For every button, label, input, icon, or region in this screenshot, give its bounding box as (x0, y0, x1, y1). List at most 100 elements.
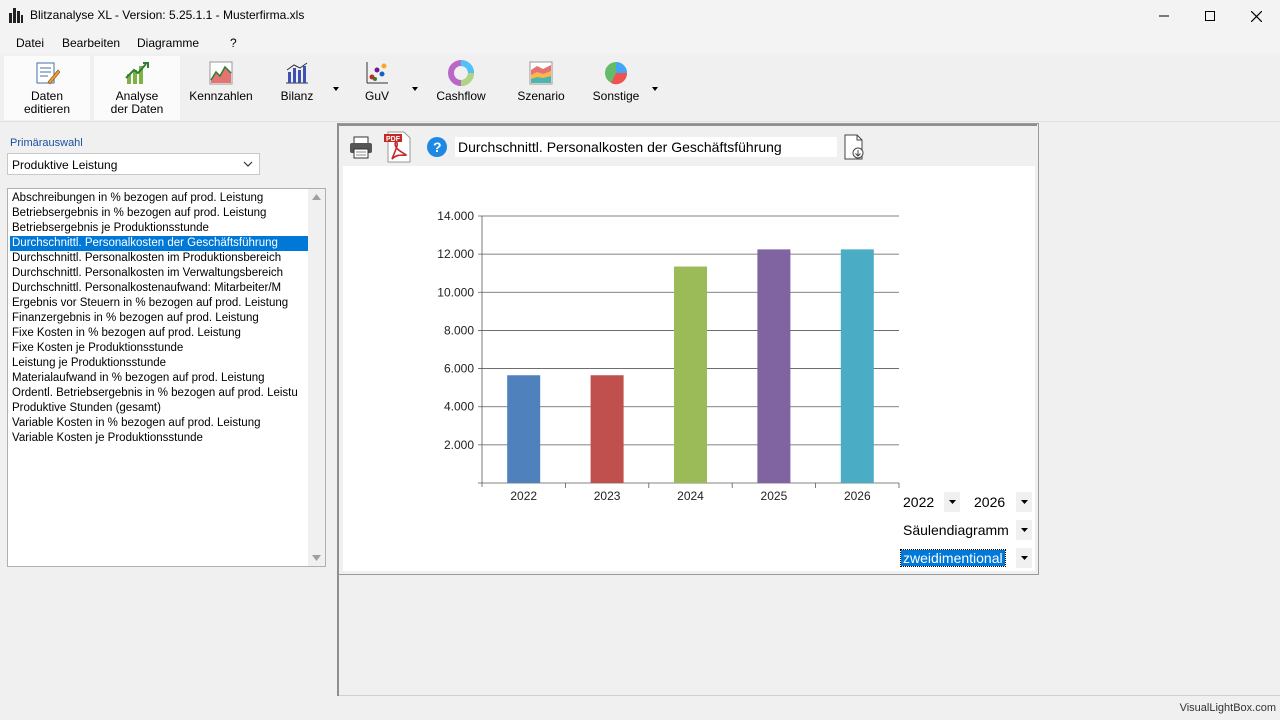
menu-datei[interactable]: Datei (16, 36, 44, 50)
cashflow-label: Cashflow (436, 89, 486, 103)
chart-title: Durchschnittl. Personalkosten der Geschä… (455, 137, 837, 157)
print-icon[interactable] (348, 134, 374, 160)
caret-down-icon (1020, 500, 1028, 504)
list-item[interactable]: Ordentl. Betriebsergebnis in % bezogen a… (10, 386, 308, 401)
primary-selection-label: Primärauswahl (10, 137, 83, 149)
menu-bar: Datei Bearbeiten Diagramme ? (0, 32, 1280, 54)
menu-help[interactable]: ? (230, 36, 237, 50)
sonstige-pie-icon (605, 62, 628, 85)
edit-data-icon (36, 62, 60, 85)
guv-scatter-icon (366, 62, 388, 84)
dimension-select[interactable]: zweidimentional (900, 548, 1015, 568)
svg-text:?: ? (433, 139, 442, 155)
x-tick-label: 2022 (510, 489, 537, 503)
app-icon (9, 8, 23, 23)
maximize-button[interactable] (1187, 0, 1233, 32)
sonstige-dropdown-icon[interactable] (651, 86, 659, 92)
bar-2026 (840, 249, 874, 483)
cashflow-button[interactable]: Cashflow (430, 56, 492, 120)
caret-down-icon (1020, 528, 1028, 532)
caret-down-icon (1020, 556, 1028, 560)
primary-selection-dropdown[interactable]: Produktive Leistung (7, 153, 260, 175)
close-icon (1250, 10, 1262, 22)
year-from-select[interactable]: 2022 (901, 492, 945, 512)
list-item[interactable]: Ergebnis vor Steuern in % bezogen auf pr… (10, 296, 308, 311)
sonstige-button[interactable]: Sonstige (588, 56, 644, 120)
listbox-scrollbar[interactable] (308, 189, 325, 566)
y-tick-label: 14.000 (437, 209, 474, 223)
primary-selection-value: Produktive Leistung (12, 158, 118, 172)
bilanz-dropdown-icon[interactable] (332, 86, 340, 92)
guv-button[interactable]: GuV (352, 56, 402, 120)
caret-down-icon (948, 500, 956, 504)
minimize-button[interactable] (1141, 0, 1187, 32)
daten-editieren-label: Daten editieren (23, 89, 71, 116)
chevron-down-icon (243, 161, 253, 167)
y-tick-label: 4.000 (444, 400, 474, 414)
export-download-icon[interactable] (842, 134, 866, 160)
status-divider (339, 695, 1280, 696)
title-bar: Blitzanalyse XL - Version: 5.25.1.1 - Mu… (0, 0, 1280, 32)
svg-text:PDF: PDF (386, 136, 401, 143)
list-item[interactable]: Fixe Kosten je Produktionsstunde (10, 341, 308, 356)
chart-frame-top-border (339, 124, 1037, 126)
szenario-button[interactable]: Szenario (512, 56, 570, 120)
close-button[interactable] (1233, 0, 1279, 32)
list-item[interactable]: Betriebsergebnis je Produktionsstunde (10, 221, 308, 236)
analyse-der-daten-label: Analyse der Daten (110, 89, 164, 116)
list-item[interactable]: Durchschnittl. Personalkosten im Produkt… (10, 251, 308, 266)
szenario-area-icon (529, 61, 553, 85)
bar-2024 (674, 266, 707, 483)
bilanz-button[interactable]: Bilanz (268, 56, 326, 120)
list-item[interactable]: Fixe Kosten in % bezogen auf prod. Leist… (10, 326, 308, 341)
list-item[interactable]: Durchschnittl. Personalkostenaufwand: Mi… (10, 281, 308, 296)
list-item[interactable]: Durchschnittl. Personalkosten im Verwalt… (10, 266, 308, 281)
list-item[interactable]: Finanzergebnis in % bezogen auf prod. Le… (10, 311, 308, 326)
chart-type-dropdown[interactable] (1016, 520, 1032, 540)
kennzahlen-list: Abschreibungen in % bezogen auf prod. Le… (10, 191, 308, 446)
list-item[interactable]: Betriebsergebnis in % bezogen auf prod. … (10, 206, 308, 221)
list-item[interactable]: Durchschnittl. Personalkosten der Geschä… (10, 236, 308, 251)
pdf-icon[interactable]: PDF (382, 131, 414, 163)
y-tick-label: 10.000 (437, 285, 474, 299)
bar-2023 (590, 375, 624, 483)
x-tick-label: 2026 (844, 489, 871, 503)
list-item[interactable]: Produktive Stunden (gesamt) (10, 401, 308, 416)
year-to-dropdown[interactable] (1016, 492, 1032, 512)
list-item[interactable]: Variable Kosten je Produktionsstunde (10, 431, 308, 446)
list-item[interactable]: Leistung je Produktionsstunde (10, 356, 308, 371)
help-icon[interactable]: ? (426, 136, 448, 158)
chart-type-select[interactable]: Säulendiagramm (901, 520, 1015, 540)
analyse-der-daten-button[interactable]: Analyse der Daten (94, 56, 180, 120)
y-tick-label: 2.000 (444, 438, 474, 452)
y-tick-label: 6.000 (444, 362, 474, 376)
list-item[interactable]: Materialaufwand in % bezogen auf prod. L… (10, 371, 308, 386)
menu-bearbeiten[interactable]: Bearbeiten (62, 36, 120, 50)
guv-label: GuV (364, 89, 389, 103)
window-title: Blitzanalyse XL - Version: 5.25.1.1 - Mu… (30, 8, 305, 22)
chart-type-value: Säulendiagramm (903, 522, 1009, 538)
dimension-dropdown[interactable] (1016, 548, 1032, 568)
year-to-select[interactable]: 2026 (972, 492, 1016, 512)
status-watermark: VisualLightBox.com (1179, 702, 1276, 714)
maximize-icon (1205, 11, 1215, 21)
kennzahlen-button[interactable]: Kennzahlen (184, 56, 258, 120)
guv-dropdown-icon[interactable] (411, 86, 419, 92)
toolbar: Daten editieren Analyse der Daten Kennza… (0, 54, 1280, 122)
y-tick-label: 8.000 (444, 323, 474, 337)
kennzahlen-chart-icon (209, 61, 233, 85)
analysis-icon (125, 62, 149, 84)
bilanz-label: Bilanz (280, 89, 314, 103)
minimize-icon (1159, 15, 1169, 17)
daten-editieren-button[interactable]: Daten editieren (4, 56, 90, 120)
menu-diagramme[interactable]: Diagramme (137, 36, 199, 50)
list-item[interactable]: Abschreibungen in % bezogen auf prod. Le… (10, 191, 308, 206)
x-tick-label: 2024 (677, 489, 704, 503)
bilanz-chart-icon (286, 62, 308, 84)
scroll-up-icon[interactable] (312, 194, 321, 200)
x-tick-label: 2025 (761, 489, 788, 503)
list-item[interactable]: Variable Kosten in % bezogen auf prod. L… (10, 416, 308, 431)
year-from-dropdown[interactable] (944, 492, 960, 512)
scroll-down-icon[interactable] (312, 555, 321, 561)
kennzahlen-listbox[interactable]: Abschreibungen in % bezogen auf prod. Le… (7, 188, 326, 567)
